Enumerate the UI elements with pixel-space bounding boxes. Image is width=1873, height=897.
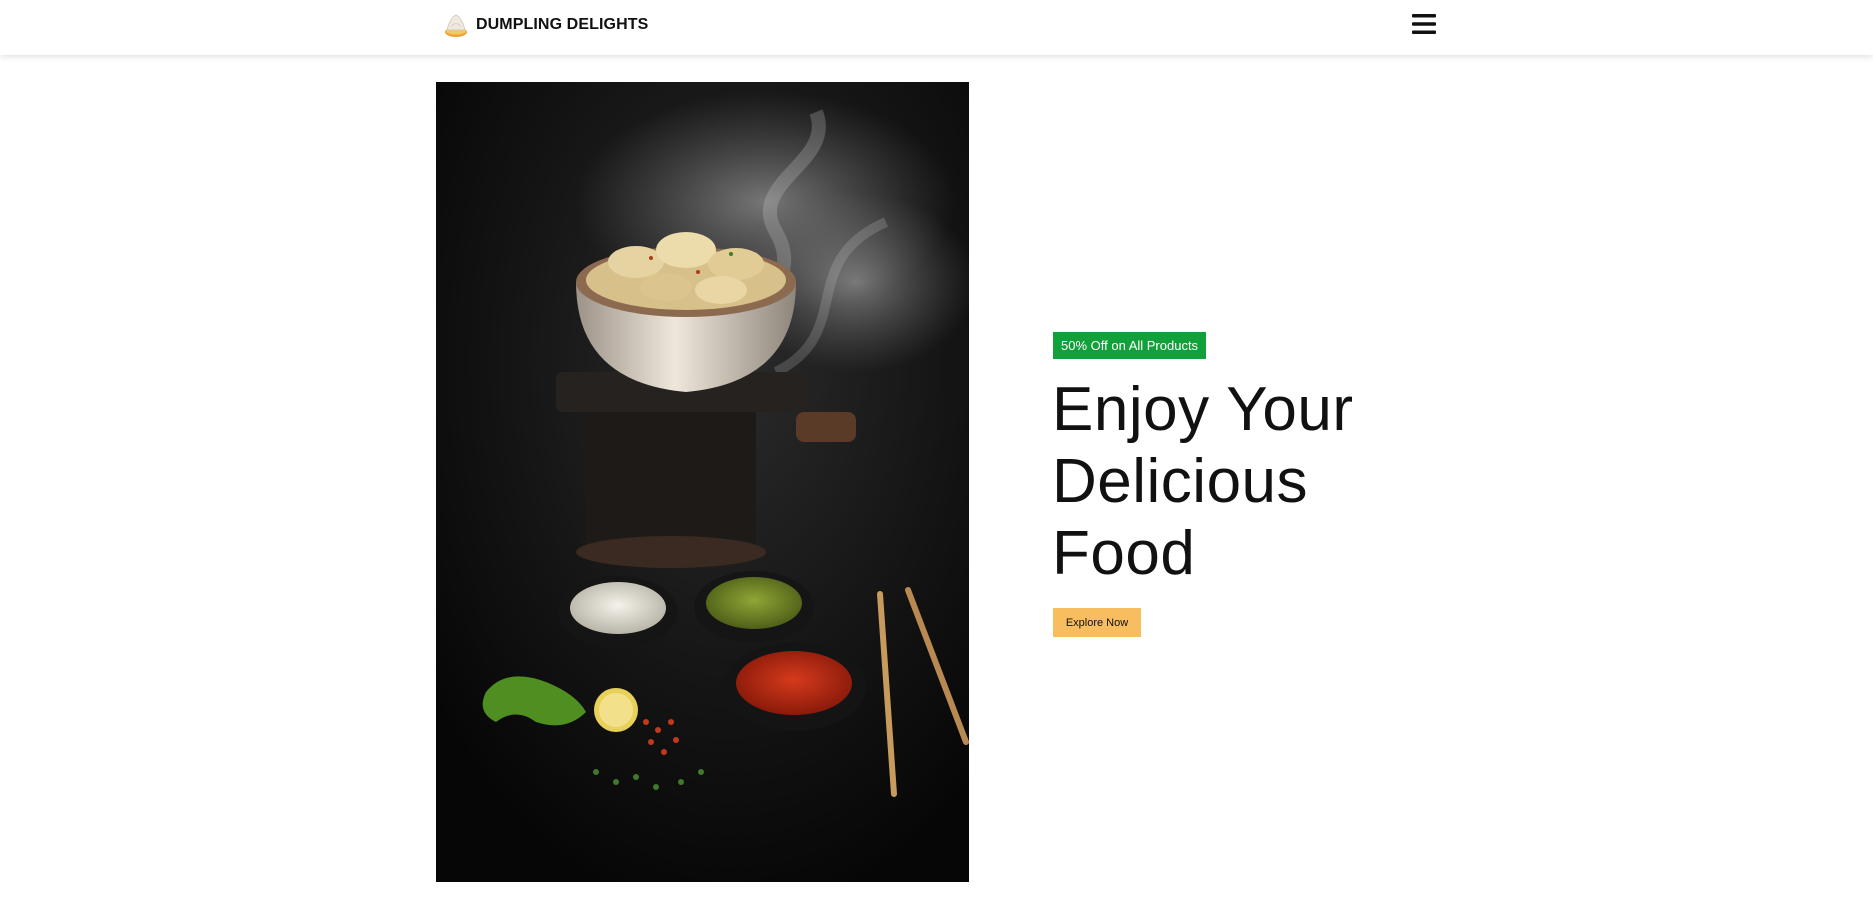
- navbar: DUMPLING DELIGHTS: [0, 0, 1873, 55]
- brand-name: DUMPLING DELIGHTS: [476, 16, 649, 33]
- headline-line-3: Food: [1052, 519, 1196, 588]
- hero-food-image: [436, 82, 969, 882]
- promo-badge: 50% Off on All Products: [1053, 332, 1207, 359]
- hero-headline: Enjoy Your Delicious Food: [1052, 374, 1452, 590]
- explore-now-button[interactable]: Explore Now: [1053, 608, 1141, 637]
- hamburger-menu-icon: [1412, 14, 1436, 34]
- headline-line-2: Delicious: [1052, 447, 1309, 516]
- brand-logo-link[interactable]: DUMPLING DELIGHTS: [444, 12, 648, 38]
- dumpling-icon: [445, 14, 467, 37]
- headline-line-1: Enjoy Your: [1052, 375, 1354, 444]
- menu-button[interactable]: [1411, 12, 1437, 36]
